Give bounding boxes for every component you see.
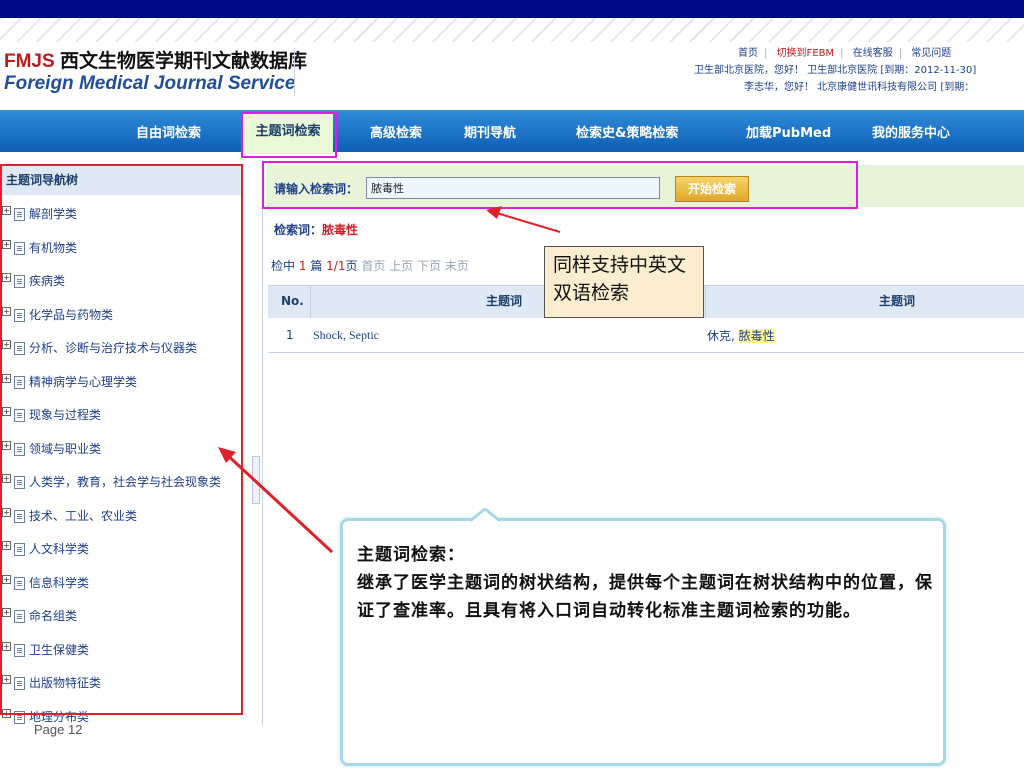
arrow-head-search bbox=[486, 206, 502, 219]
arrow-to-search bbox=[489, 210, 561, 233]
arrow-to-tree bbox=[222, 450, 334, 554]
annotation-arrows bbox=[218, 206, 561, 554]
